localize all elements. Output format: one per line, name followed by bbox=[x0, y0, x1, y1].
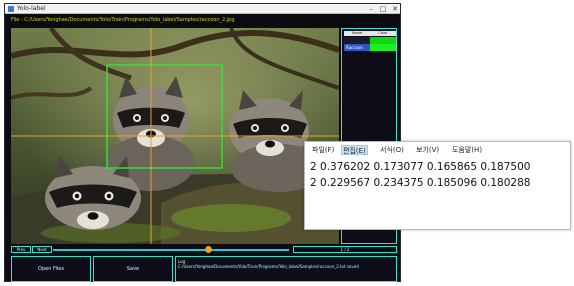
maximize-button[interactable]: □ bbox=[377, 4, 389, 14]
frame-counter: 1 / 2 bbox=[293, 246, 397, 253]
log-text: C:/Users/Yonghae/Documents/Yolo/Train/Pr… bbox=[178, 264, 359, 269]
class-row[interactable]: Raccoon bbox=[344, 44, 396, 51]
save-button[interactable]: Save bbox=[93, 256, 173, 282]
close-button[interactable]: ✕ bbox=[389, 4, 401, 14]
class-name bbox=[344, 37, 370, 44]
image-slider[interactable] bbox=[53, 249, 289, 251]
minimize-button[interactable]: – bbox=[365, 4, 377, 14]
prev-button[interactable]: Prev bbox=[11, 246, 31, 253]
label-line: 2 0.229567 0.234375 0.185096 0.180288 bbox=[310, 177, 531, 189]
image-canvas[interactable] bbox=[11, 28, 339, 244]
log-panel: Log C:/Users/Yonghae/Documents/Yolo/Trai… bbox=[175, 256, 397, 282]
menu-format[interactable]: 서식(O) bbox=[379, 145, 405, 155]
notepad-window: 파일(F) 편집(E) 서식(O) 보기(V) 도움말(H) 2 0.37620… bbox=[304, 141, 571, 230]
open-files-button[interactable]: Open Files bbox=[11, 256, 91, 282]
app-icon bbox=[8, 6, 14, 12]
window-title: Yolo-label bbox=[17, 5, 46, 12]
menu-file[interactable]: 파일(F) bbox=[311, 145, 335, 155]
label-line: 2 0.376202 0.173077 0.165865 0.187500 bbox=[310, 161, 531, 173]
next-button[interactable]: Next bbox=[32, 246, 52, 253]
class-color-swatch bbox=[370, 44, 396, 51]
slider-thumb[interactable] bbox=[205, 246, 213, 253]
file-path-label: File : C:/Users/Yonghae/Documents/Yolo/T… bbox=[11, 17, 235, 23]
raccoon-image bbox=[11, 28, 339, 244]
class-row[interactable] bbox=[344, 37, 396, 44]
menu-help[interactable]: 도움말(H) bbox=[451, 145, 483, 155]
menu-view[interactable]: 보기(V) bbox=[415, 145, 440, 155]
notepad-menu-bar: 파일(F) 편집(E) 서식(O) 보기(V) 도움말(H) bbox=[305, 142, 570, 157]
class-color-header: Color bbox=[370, 31, 396, 36]
class-name-header: Name bbox=[344, 31, 370, 36]
class-color-swatch bbox=[370, 37, 396, 44]
class-name: Raccoon bbox=[344, 44, 370, 51]
navigation-bar: Prev Next 1 / 2 bbox=[11, 246, 397, 254]
title-bar: Yolo-label – □ ✕ bbox=[5, 4, 400, 14]
notepad-text-area[interactable]: 2 0.376202 0.173077 0.165865 0.187500 2 … bbox=[305, 158, 570, 231]
menu-edit[interactable]: 편집(E) bbox=[341, 145, 368, 155]
